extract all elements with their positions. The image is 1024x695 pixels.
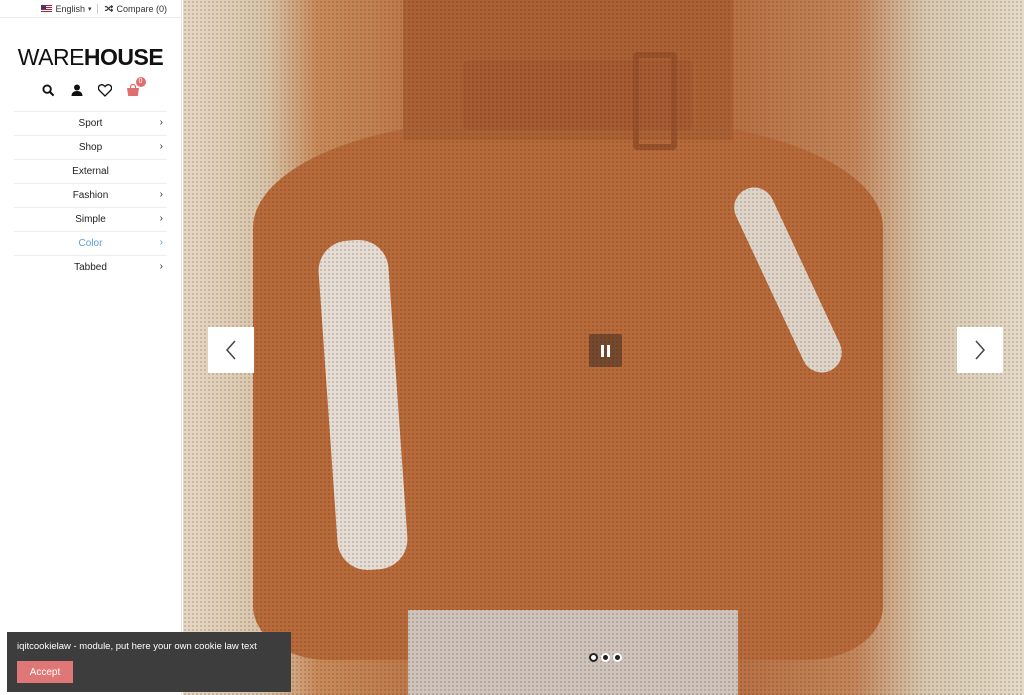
chevron-right-icon: › xyxy=(159,189,163,200)
cookie-text: iqitcookielaw - module, put here your ow… xyxy=(17,641,257,652)
slider-pause-button[interactable] xyxy=(589,334,622,367)
slider-dot-3[interactable] xyxy=(613,653,622,662)
language-selector[interactable]: English ▾ xyxy=(41,3,99,14)
user-icon[interactable] xyxy=(70,83,84,97)
menu-item-label: Tabbed xyxy=(74,262,107,273)
cart-count-badge: 0 xyxy=(135,77,146,87)
site-logo[interactable]: WAREHOUSE xyxy=(0,46,181,69)
compare-link[interactable]: Compare (0) xyxy=(104,4,167,14)
logo-part-house: HOUSE xyxy=(83,44,164,70)
hero-slider[interactable] xyxy=(183,0,1024,695)
top-bar: English ▾ Compare (0) xyxy=(0,0,181,18)
slider-pagination xyxy=(589,653,622,662)
menu-item-label: External xyxy=(72,166,109,177)
heart-icon[interactable] xyxy=(97,83,112,97)
pause-icon-bar xyxy=(601,344,604,357)
slider-prev-button[interactable] xyxy=(208,327,254,373)
menu-item-color[interactable]: Color › xyxy=(14,231,167,255)
sidebar: English ▾ Compare (0) WAREHOUSE 0 Sport ›… xyxy=(0,0,182,695)
cookie-accept-button[interactable]: Accept xyxy=(17,661,73,683)
menu-item-fashion[interactable]: Fashion › xyxy=(14,183,167,207)
header-icons: 0 xyxy=(0,77,181,99)
language-label: English xyxy=(55,3,85,14)
menu-item-shop[interactable]: Shop › xyxy=(14,135,167,159)
chevron-down-icon: ▾ xyxy=(87,5,92,13)
chevron-right-icon: › xyxy=(159,117,163,128)
search-icon[interactable] xyxy=(42,83,56,97)
menu-item-tabbed[interactable]: Tabbed › xyxy=(14,255,167,279)
chevron-right-icon: › xyxy=(159,237,163,248)
us-flag-icon xyxy=(41,5,53,12)
menu-item-external[interactable]: External xyxy=(14,159,167,183)
menu-item-simple[interactable]: Simple › xyxy=(14,207,167,231)
compare-label: Compare (0) xyxy=(116,3,167,14)
menu-item-label: Fashion xyxy=(72,190,109,201)
menu-item-label: Sport xyxy=(78,118,103,129)
chevron-right-icon: › xyxy=(159,213,163,224)
chevron-left-icon xyxy=(225,340,236,360)
slider-dot-2[interactable] xyxy=(601,653,610,662)
shuffle-icon xyxy=(105,4,114,13)
menu-item-label: Simple xyxy=(75,214,106,225)
pause-icon-bar xyxy=(607,344,610,357)
logo-part-ware: WARE xyxy=(17,44,85,70)
chevron-right-icon xyxy=(975,340,986,360)
slider-dot-1[interactable] xyxy=(589,653,598,662)
slider-next-button[interactable] xyxy=(957,327,1003,373)
cookie-banner: iqitcookielaw - module, put here your ow… xyxy=(7,632,291,692)
cart-icon[interactable]: 0 xyxy=(126,77,146,97)
menu-item-label: Shop xyxy=(78,142,103,153)
chevron-right-icon: › xyxy=(159,141,163,152)
chevron-right-icon: › xyxy=(159,261,163,272)
main-menu: Sport › Shop › External Fashion › Simple › C… xyxy=(0,111,181,279)
menu-item-sport[interactable]: Sport › xyxy=(14,111,167,135)
menu-item-label: Color xyxy=(78,238,103,249)
